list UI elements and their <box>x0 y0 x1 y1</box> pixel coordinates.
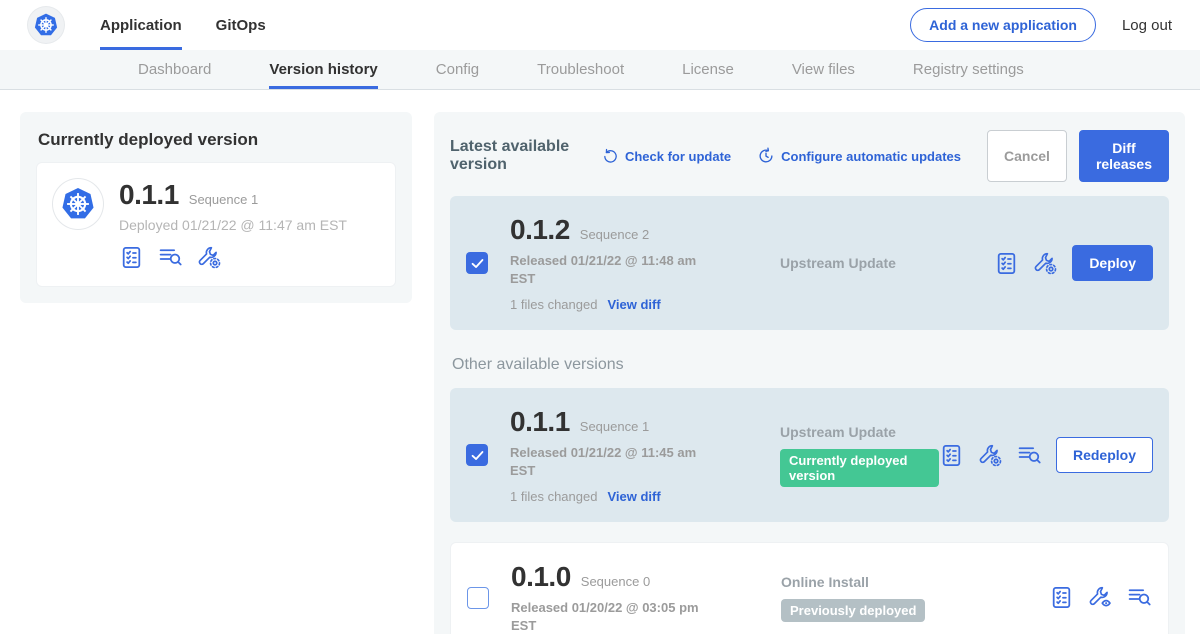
tab-gitops[interactable]: GitOps <box>216 0 266 50</box>
version-row-0-1-2: 0.1.2 Sequence 2 Released 01/21/22 @ 11:… <box>450 196 1169 330</box>
version-source: Online Install <box>781 574 1049 590</box>
released-timestamp: Released 01/21/22 @ 11:45 am EST <box>510 444 715 479</box>
currently-deployed-panel: Currently deployed version 0.1.1 Sequenc… <box>20 112 412 303</box>
top-navbar: Application GitOps Add a new application… <box>0 0 1200 50</box>
latest-available-title: Latest available version <box>450 138 588 174</box>
version-source: Upstream Update <box>780 424 939 440</box>
version-sequence: Sequence 0 <box>581 574 650 589</box>
deployed-version-card: 0.1.1 Sequence 1 Deployed 01/21/22 @ 11:… <box>36 162 396 287</box>
logs-icon[interactable] <box>158 245 183 270</box>
files-changed: 1 files changed <box>510 489 597 504</box>
logout-link[interactable]: Log out <box>1122 17 1172 34</box>
config-icon[interactable] <box>978 443 1003 468</box>
configure-auto-updates-label: Configure automatic updates <box>781 149 961 164</box>
version-number: 0.1.1 <box>510 406 570 438</box>
version-number: 0.1.0 <box>511 561 571 593</box>
check-for-update-label: Check for update <box>625 149 731 164</box>
currently-deployed-badge: Currently deployed version <box>780 449 939 487</box>
other-versions-title: Other available versions <box>452 356 1169 374</box>
version-checkbox[interactable] <box>467 587 489 609</box>
subnav-registry-settings[interactable]: Registry settings <box>913 50 1024 89</box>
release-notes-icon[interactable] <box>119 245 144 270</box>
version-number: 0.1.2 <box>510 214 570 246</box>
subnav-troubleshoot[interactable]: Troubleshoot <box>537 50 624 89</box>
deployed-timestamp: Deployed 01/21/22 @ 11:47 am EST <box>119 217 347 233</box>
clock-refresh-icon <box>757 147 775 165</box>
deployed-sequence: Sequence 1 <box>189 192 258 207</box>
config-icon[interactable] <box>197 245 222 270</box>
diff-releases-button[interactable]: Diff releases <box>1079 130 1169 182</box>
refresh-icon <box>602 148 619 165</box>
release-notes-icon[interactable] <box>939 443 964 468</box>
top-tabs: Application GitOps <box>100 0 266 50</box>
view-diff-link[interactable]: View diff <box>607 489 660 504</box>
config-icon[interactable] <box>1033 251 1058 276</box>
files-changed: 1 files changed <box>510 297 597 312</box>
app-subnav: Dashboard Version history Config Trouble… <box>0 50 1200 90</box>
subnav-version-history[interactable]: Version history <box>269 50 377 89</box>
version-sequence: Sequence 1 <box>580 419 649 434</box>
version-sequence: Sequence 2 <box>580 227 649 242</box>
subnav-config[interactable]: Config <box>436 50 479 89</box>
add-application-button[interactable]: Add a new application <box>910 8 1096 42</box>
kubernetes-logo-icon <box>28 7 64 43</box>
cancel-button[interactable]: Cancel <box>987 130 1067 182</box>
released-timestamp: Released 01/20/22 @ 03:05 pm EST <box>511 599 716 634</box>
deployed-version-number: 0.1.1 <box>119 179 179 211</box>
redeploy-button[interactable]: Redeploy <box>1056 437 1153 473</box>
release-notes-icon[interactable] <box>994 251 1019 276</box>
version-checkbox[interactable] <box>466 444 488 466</box>
logs-icon[interactable] <box>1017 443 1042 468</box>
released-timestamp: Released 01/21/22 @ 11:48 am EST <box>510 252 715 287</box>
app-logo-icon <box>53 179 103 229</box>
deploy-button[interactable]: Deploy <box>1072 245 1153 281</box>
logs-icon[interactable] <box>1127 585 1152 610</box>
version-source: Upstream Update <box>780 255 994 271</box>
previously-deployed-badge: Previously deployed <box>781 599 925 622</box>
subnav-dashboard[interactable]: Dashboard <box>138 50 211 89</box>
view-diff-link[interactable]: View diff <box>607 297 660 312</box>
subnav-license[interactable]: License <box>682 50 734 89</box>
configure-auto-updates-link[interactable]: Configure automatic updates <box>757 147 961 165</box>
subnav-view-files[interactable]: View files <box>792 50 855 89</box>
release-notes-icon[interactable] <box>1049 585 1074 610</box>
tab-application[interactable]: Application <box>100 0 182 50</box>
available-versions-panel: Latest available version Check for updat… <box>434 112 1185 634</box>
version-checkbox[interactable] <box>466 252 488 274</box>
check-for-update-link[interactable]: Check for update <box>602 148 731 165</box>
version-row-0-1-1: 0.1.1 Sequence 1 Released 01/21/22 @ 11:… <box>450 388 1169 522</box>
version-row-0-1-0: 0.1.0 Sequence 0 Released 01/20/22 @ 03:… <box>450 542 1169 634</box>
config-view-icon[interactable] <box>1088 585 1113 610</box>
deployed-panel-title: Currently deployed version <box>38 130 396 150</box>
